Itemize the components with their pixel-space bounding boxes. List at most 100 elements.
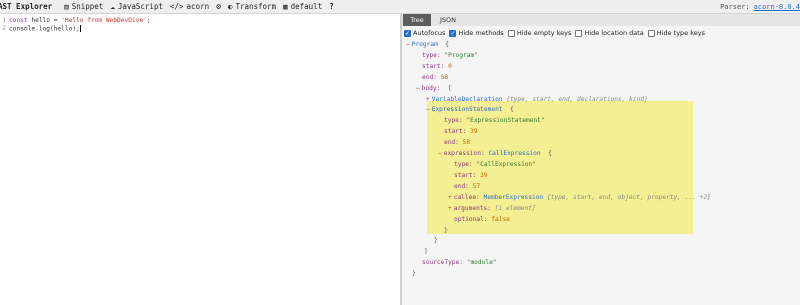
node-type: MemberExpression	[483, 194, 544, 201]
tree-prop-expression[interactable]: − expression: CallExpression {	[438, 149, 552, 158]
node-type: ExpressionStatement	[431, 106, 503, 113]
tree-prop: type: "CallExpression"	[454, 160, 536, 169]
code-text: hello =	[27, 17, 62, 24]
prop-key: end:	[454, 183, 469, 190]
expand-icon[interactable]: +	[448, 194, 452, 201]
default-button[interactable]: ▦ default	[283, 2, 322, 11]
bracket: [	[447, 85, 452, 92]
transform-icon: ◐	[227, 1, 233, 11]
tree-prop: start: 0	[422, 62, 452, 71]
hide-type-keys-checkbox[interactable]	[647, 29, 655, 37]
ast-panel: Tree JSON ✓ Autofocus ✓ Hide methods Hid…	[402, 14, 800, 305]
collapse-icon[interactable]: −	[438, 150, 442, 157]
prop-key: callee:	[453, 194, 480, 201]
node-hint: [1 element]	[494, 205, 536, 212]
parser-name-link[interactable]: acorn-8.0.4	[754, 3, 800, 11]
line-number: 1	[2, 17, 6, 24]
tree-brace-close: }	[444, 226, 448, 235]
node-type: CallExpression	[488, 150, 541, 157]
prop-key: end:	[444, 139, 459, 146]
code-line: 2 console.log(hello);	[0, 25, 81, 33]
autofocus-checkbox[interactable]: ✓	[404, 29, 411, 37]
brace: {	[445, 41, 449, 48]
tree-prop-body[interactable]: − body: [	[416, 84, 452, 93]
language-label: JavaScript	[117, 2, 163, 11]
text-cursor	[79, 25, 81, 32]
tree-prop: sourceType: "module"	[422, 258, 497, 267]
prop-value: 39	[470, 128, 478, 135]
prop-key: end:	[422, 74, 437, 81]
tree-brace-close: }	[412, 269, 416, 278]
tree-node-program[interactable]: − Program {	[406, 40, 449, 49]
tree-prop-callee[interactable]: + callee: MemberExpression {type, start, …	[448, 193, 711, 202]
code-text: console.log(hello);	[9, 25, 80, 33]
tree-prop: start: 39	[444, 127, 478, 136]
expand-icon[interactable]: +	[448, 205, 452, 212]
code-editor[interactable]: 1 const hello = 'Hello from WebDevDive';…	[0, 14, 400, 305]
prop-key: start:	[422, 63, 445, 70]
transform-label: Transform	[235, 2, 277, 11]
prop-value: "ExpressionStatement"	[466, 117, 545, 124]
tree-options: ✓ Autofocus ✓ Hide methods Hide empty ke…	[404, 28, 709, 38]
snippet-button[interactable]: ▤ Snippet	[64, 2, 103, 11]
line-number: 2	[2, 25, 6, 32]
language-button[interactable]: ☁ JavaScript	[110, 2, 163, 11]
brace: }	[434, 237, 438, 244]
settings-button[interactable]: ⚙	[216, 2, 221, 11]
tree-prop: type: "ExpressionStatement"	[444, 116, 545, 125]
option-autofocus[interactable]: ✓ Autofocus	[404, 29, 445, 37]
parser-button-label: acorn	[186, 2, 210, 11]
tree-node-variable-declaration[interactable]: + VariableDeclaration {type, start, end, …	[426, 95, 648, 104]
prop-key: start:	[444, 128, 467, 135]
code-icon: </>	[169, 1, 184, 11]
toolbar: AST Explorer ▤ Snippet ☁ JavaScript </> …	[0, 0, 800, 14]
tab-tree[interactable]: Tree	[403, 14, 431, 26]
expand-icon[interactable]: +	[426, 96, 430, 103]
prop-value: "module"	[466, 259, 497, 266]
prop-key: start:	[454, 172, 477, 179]
tab-bar: Tree JSON	[402, 14, 800, 26]
option-hide-location-data[interactable]: Hide location data	[575, 29, 644, 37]
prop-key: type:	[422, 52, 441, 59]
option-hide-empty-keys[interactable]: Hide empty keys	[507, 29, 571, 37]
prop-value: "CallExpression"	[476, 161, 536, 168]
javascript-icon: ☁	[110, 1, 115, 11]
hide-empty-keys-checkbox[interactable]	[507, 29, 515, 37]
option-label: Hide methods	[458, 29, 504, 37]
tree-prop: type: "Program"	[422, 51, 478, 60]
transform-button[interactable]: ◐ Transform	[228, 2, 276, 11]
code-text: ;	[146, 17, 151, 24]
help-button[interactable]: ?	[329, 3, 334, 11]
tree-prop: end: 58	[422, 73, 448, 82]
prop-key: expression:	[443, 150, 485, 157]
parser-button[interactable]: </> acorn	[170, 2, 209, 11]
tree-prop: start: 39	[454, 171, 488, 180]
option-label: Hide type keys	[656, 29, 706, 37]
hide-location-data-checkbox[interactable]	[575, 29, 583, 37]
collapse-icon[interactable]: −	[416, 85, 420, 92]
prop-value: 0	[448, 63, 452, 70]
prop-key: type:	[454, 161, 473, 168]
node-hint: {type, start, end, object, property, ...…	[546, 194, 711, 201]
hide-methods-checkbox[interactable]: ✓	[449, 29, 457, 37]
option-label: Autofocus	[413, 29, 446, 37]
app-title: AST Explorer	[0, 2, 53, 11]
prop-key: optional:	[454, 216, 488, 223]
collapse-icon[interactable]: −	[426, 106, 430, 113]
prop-value: "Program"	[444, 52, 478, 59]
default-label: default	[290, 2, 323, 11]
brace: }	[412, 270, 416, 277]
brace: {	[509, 106, 514, 113]
tree-prop: optional: false	[454, 215, 510, 224]
tree-node-expression-statement[interactable]: − ExpressionStatement {	[426, 105, 514, 114]
prop-key: sourceType:	[422, 259, 463, 266]
parser-info-label: Parser:	[720, 3, 750, 11]
option-hide-type-keys[interactable]: Hide type keys	[647, 29, 706, 37]
bracket: ]	[424, 248, 428, 255]
code-keyword: const	[9, 17, 28, 24]
option-hide-methods[interactable]: ✓ Hide methods	[449, 29, 504, 37]
tab-json[interactable]: JSON	[434, 14, 462, 26]
prop-key: arguments:	[453, 205, 491, 212]
tree-prop-arguments[interactable]: + arguments: [1 element]	[448, 204, 536, 213]
collapse-icon[interactable]: −	[406, 41, 410, 48]
